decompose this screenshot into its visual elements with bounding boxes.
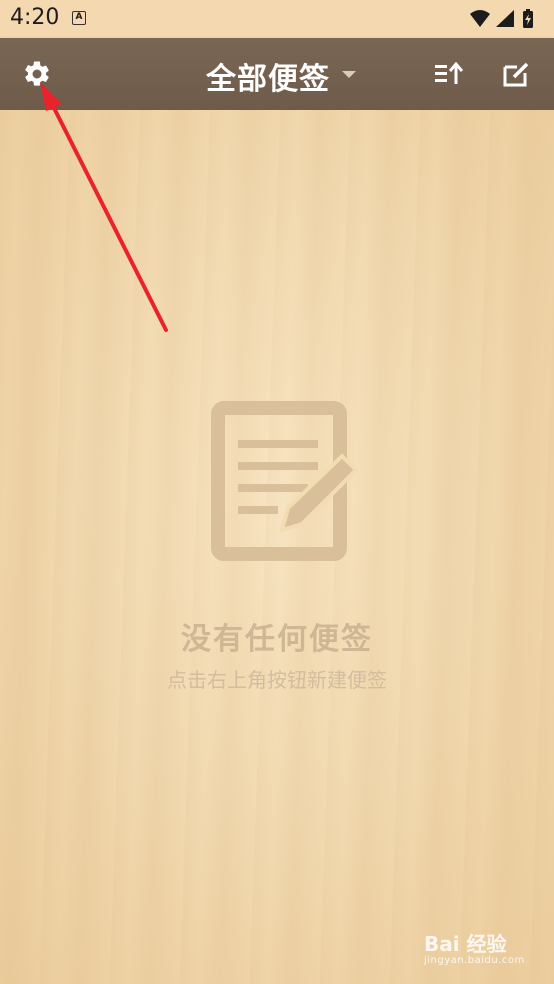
app-toolbar: 全部便签 xyxy=(0,38,554,110)
sort-button[interactable] xyxy=(431,56,467,92)
settings-button[interactable] xyxy=(19,56,55,92)
chevron-down-icon xyxy=(342,71,356,78)
page-title: 全部便签 xyxy=(206,62,330,97)
battery-icon xyxy=(523,9,533,28)
sort-icon xyxy=(435,61,464,84)
status-time: 4:20 xyxy=(10,5,60,30)
gear-icon xyxy=(25,61,49,86)
watermark: Bai 经验 jingyan.baidu.com xyxy=(424,928,525,966)
empty-state-title: 没有任何便签 xyxy=(181,622,373,657)
wifi-icon xyxy=(470,10,490,27)
signal-icon xyxy=(496,10,514,27)
status-bar: 4:20 A xyxy=(0,0,554,38)
watermark-sub: jingyan.baidu.com xyxy=(424,955,525,966)
new-note-button[interactable] xyxy=(498,56,534,92)
empty-state-subtitle: 点击右上角按钮新建便签 xyxy=(167,668,387,692)
status-icons xyxy=(468,8,542,34)
watermark-main: Bai 经验 xyxy=(424,932,507,956)
app-notification-icon: A xyxy=(72,11,86,25)
new-note-icon xyxy=(503,62,529,87)
note-edit-icon xyxy=(211,401,359,561)
empty-state-illustration xyxy=(210,400,362,566)
